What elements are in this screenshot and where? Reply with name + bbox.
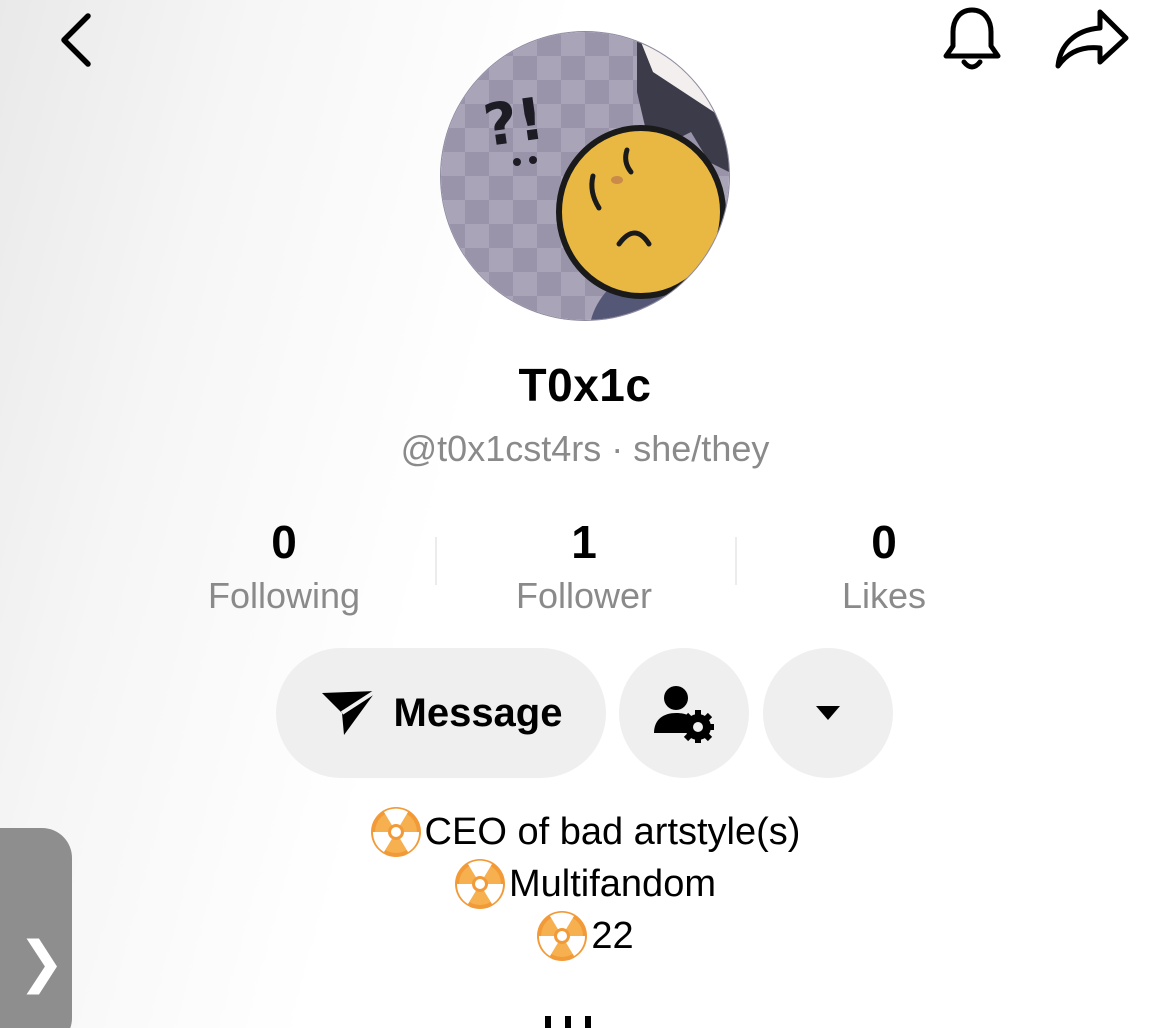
more-options-button[interactable]: [763, 648, 893, 778]
chevron-left-icon: [61, 13, 91, 67]
bio-line: 22: [0, 910, 1170, 962]
message-button[interactable]: Message: [276, 648, 606, 778]
stat-followers[interactable]: 1 Follower: [434, 516, 734, 620]
username-handle: @t0x1cst4rs: [400, 428, 602, 469]
message-label: Message: [393, 690, 563, 735]
stat-likes[interactable]: 0 Likes: [734, 516, 1034, 620]
follower-label: Follower: [515, 575, 653, 616]
share-button[interactable]: [1050, 2, 1134, 78]
following-count: 0: [271, 516, 297, 568]
likes-label: Likes: [841, 575, 927, 616]
send-icon: [321, 689, 377, 735]
display-name: T0x1c: [518, 359, 652, 411]
bell-icon: [943, 7, 1001, 70]
bio-text-1: CEO of bad artstyle(s): [424, 810, 801, 853]
profile-settings-button[interactable]: [619, 648, 749, 778]
avatar[interactable]: ?!: [441, 32, 729, 320]
bio: CEO of bad artstyle(s) Multifandom 22: [0, 806, 1170, 962]
back-button[interactable]: [50, 8, 110, 72]
radioactive-icon: [537, 911, 588, 961]
grid-tab-icon[interactable]: [543, 1016, 593, 1028]
radioactive-icon: [370, 807, 421, 857]
separator-dot: ·: [611, 428, 624, 469]
bio-line: Multifandom: [0, 858, 1170, 910]
share-arrow-icon: [1055, 9, 1129, 69]
person-gear-icon: [654, 686, 714, 743]
svg-text:?!: ?!: [479, 84, 548, 160]
follower-count: 1: [571, 516, 597, 568]
stat-following[interactable]: 0 Following: [134, 516, 434, 620]
likes-count: 0: [871, 516, 897, 568]
following-label: Following: [207, 575, 361, 616]
handle-line: @t0x1cst4rs · she/they: [0, 428, 1170, 470]
bio-line: CEO of bad artstyle(s): [0, 806, 1170, 858]
side-panel-tab[interactable]: ❯: [0, 828, 72, 1028]
caret-down-icon: [816, 706, 840, 720]
profile-screen: ?! T0x1c @t0x1cst4rs · she/they 0 Follow…: [0, 0, 1170, 1028]
radioactive-icon: [455, 859, 505, 909]
pronouns: she/they: [633, 428, 770, 469]
notification-button[interactable]: [936, 2, 1008, 74]
avatar-image: ?!: [441, 32, 729, 320]
chevron-right-icon: ❯: [18, 930, 65, 995]
bio-text-2: Multifandom: [509, 862, 716, 905]
bio-text-3: 22: [591, 914, 634, 957]
